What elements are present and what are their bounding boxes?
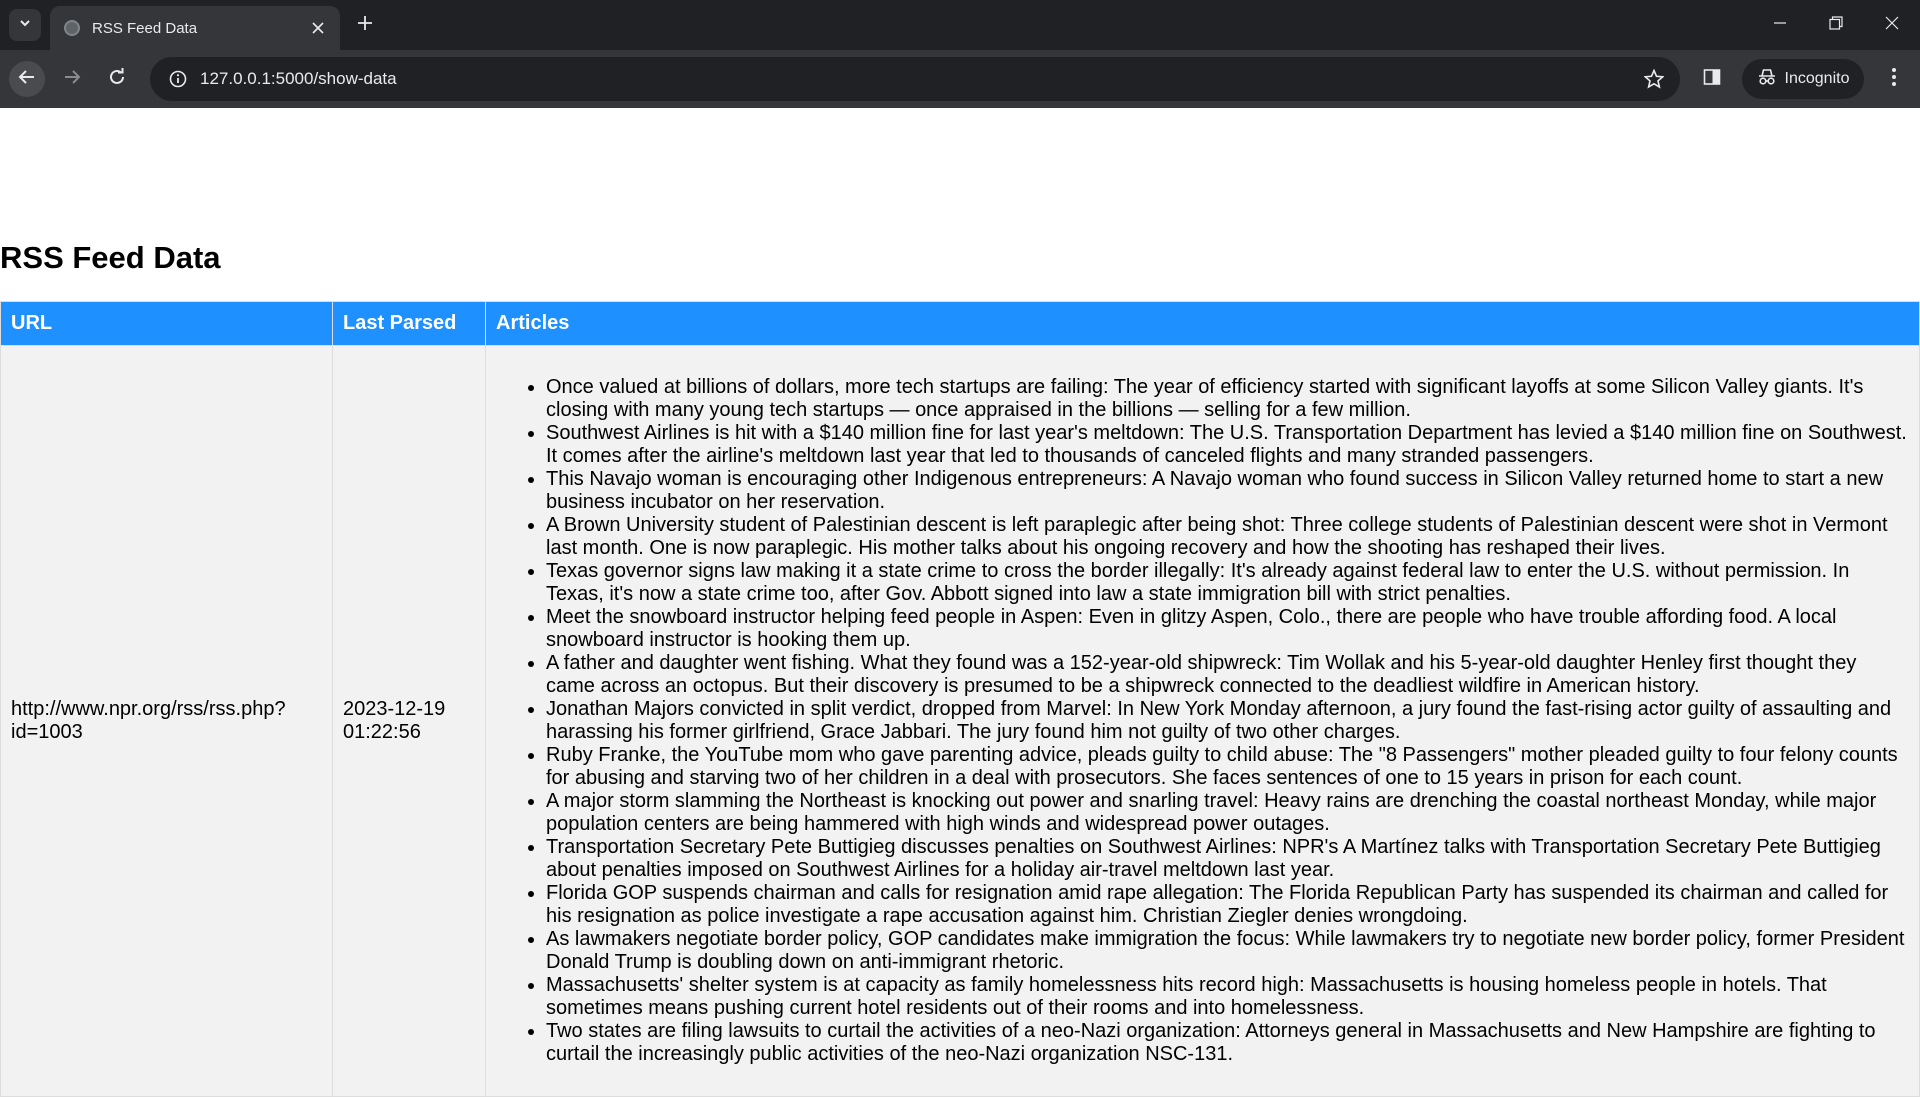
list-item: A Brown University student of Palestinia… [546,514,1909,560]
list-item: A major storm slamming the Northeast is … [546,790,1909,836]
minimize-icon [1773,16,1787,35]
list-item: As lawmakers negotiate border policy, GO… [546,928,1909,974]
minimize-button[interactable] [1752,0,1808,50]
window-controls [1752,0,1920,50]
list-item: Once valued at billions of dollars, more… [546,376,1909,422]
list-item: Transportation Secretary Pete Buttigieg … [546,836,1909,882]
info-icon[interactable] [156,70,200,88]
list-item: Southwest Airlines is hit with a $140 mi… [546,422,1909,468]
chevron-down-icon [18,16,32,35]
incognito-icon [1757,68,1777,91]
list-item: Meet the snowboard instructor helping fe… [546,606,1909,652]
list-item: Jonathan Majors convicted in split verdi… [546,698,1909,744]
close-icon [1885,16,1899,35]
forward-arrow-icon [63,68,81,91]
list-item: Massachusetts' shelter system is at capa… [546,974,1909,1020]
feed-table: URL Last Parsed Articles http://www.npr.… [0,301,1920,1097]
incognito-label: Incognito [1784,70,1850,87]
tab-title: RSS Feed Data [92,19,198,37]
forward-button[interactable] [54,61,90,97]
articles-cell: Once valued at billions of dollars, more… [485,345,1920,1097]
close-icon[interactable] [308,18,328,38]
browser-chrome: RSS Feed Data 127.0.0.1:5000/show-data I… [0,0,1920,108]
articles-list: Once valued at billions of dollars, more… [496,346,1909,1096]
star-icon[interactable] [1632,69,1676,89]
globe-icon [64,20,80,36]
page-title: RSS Feed Data [0,240,221,275]
incognito-badge[interactable]: Incognito [1742,59,1864,99]
side-panel-button[interactable] [1694,61,1730,97]
table-row: http://www.npr.org/rss/rss.php?id=1003 2… [0,345,1920,1097]
browser-menu-button[interactable] [1876,61,1912,97]
url-text[interactable]: 127.0.0.1:5000/show-data [200,69,1632,89]
side-panel-icon [1703,68,1721,91]
tab-active[interactable]: RSS Feed Data [50,6,340,50]
header-url: URL [0,301,333,346]
feed-url-cell: http://www.npr.org/rss/rss.php?id=1003 [0,345,333,1097]
tab-strip: RSS Feed Data [0,0,1920,50]
list-item: This Navajo woman is encouraging other I… [546,468,1909,514]
list-item: Florida GOP suspends chairman and calls … [546,882,1909,928]
list-item: A father and daughter went fishing. What… [546,652,1909,698]
more-vert-icon [1891,67,1897,92]
header-articles: Articles [485,301,1920,346]
table-header-row: URL Last Parsed Articles [0,301,1920,346]
address-bar[interactable]: 127.0.0.1:5000/show-data [150,57,1680,101]
restore-button[interactable] [1808,0,1864,50]
new-tab-button[interactable] [352,12,378,38]
toolbar: 127.0.0.1:5000/show-data Incognito [0,50,1920,108]
tab-search-button[interactable] [9,9,41,41]
plus-icon [357,15,373,36]
restore-icon [1829,15,1843,35]
list-item: Texas governor signs law making it a sta… [546,560,1909,606]
last-parsed-cell: 2023-12-19 01:22:56 [332,345,486,1097]
reload-icon [108,67,126,91]
header-last-parsed: Last Parsed [332,301,486,346]
back-button[interactable] [9,61,45,97]
back-arrow-icon [18,68,36,91]
list-item: Two states are filing lawsuits to curtai… [546,1020,1909,1066]
list-item: Ruby Franke, the YouTube mom who gave pa… [546,744,1909,790]
reload-button[interactable] [99,61,135,97]
close-window-button[interactable] [1864,0,1920,50]
